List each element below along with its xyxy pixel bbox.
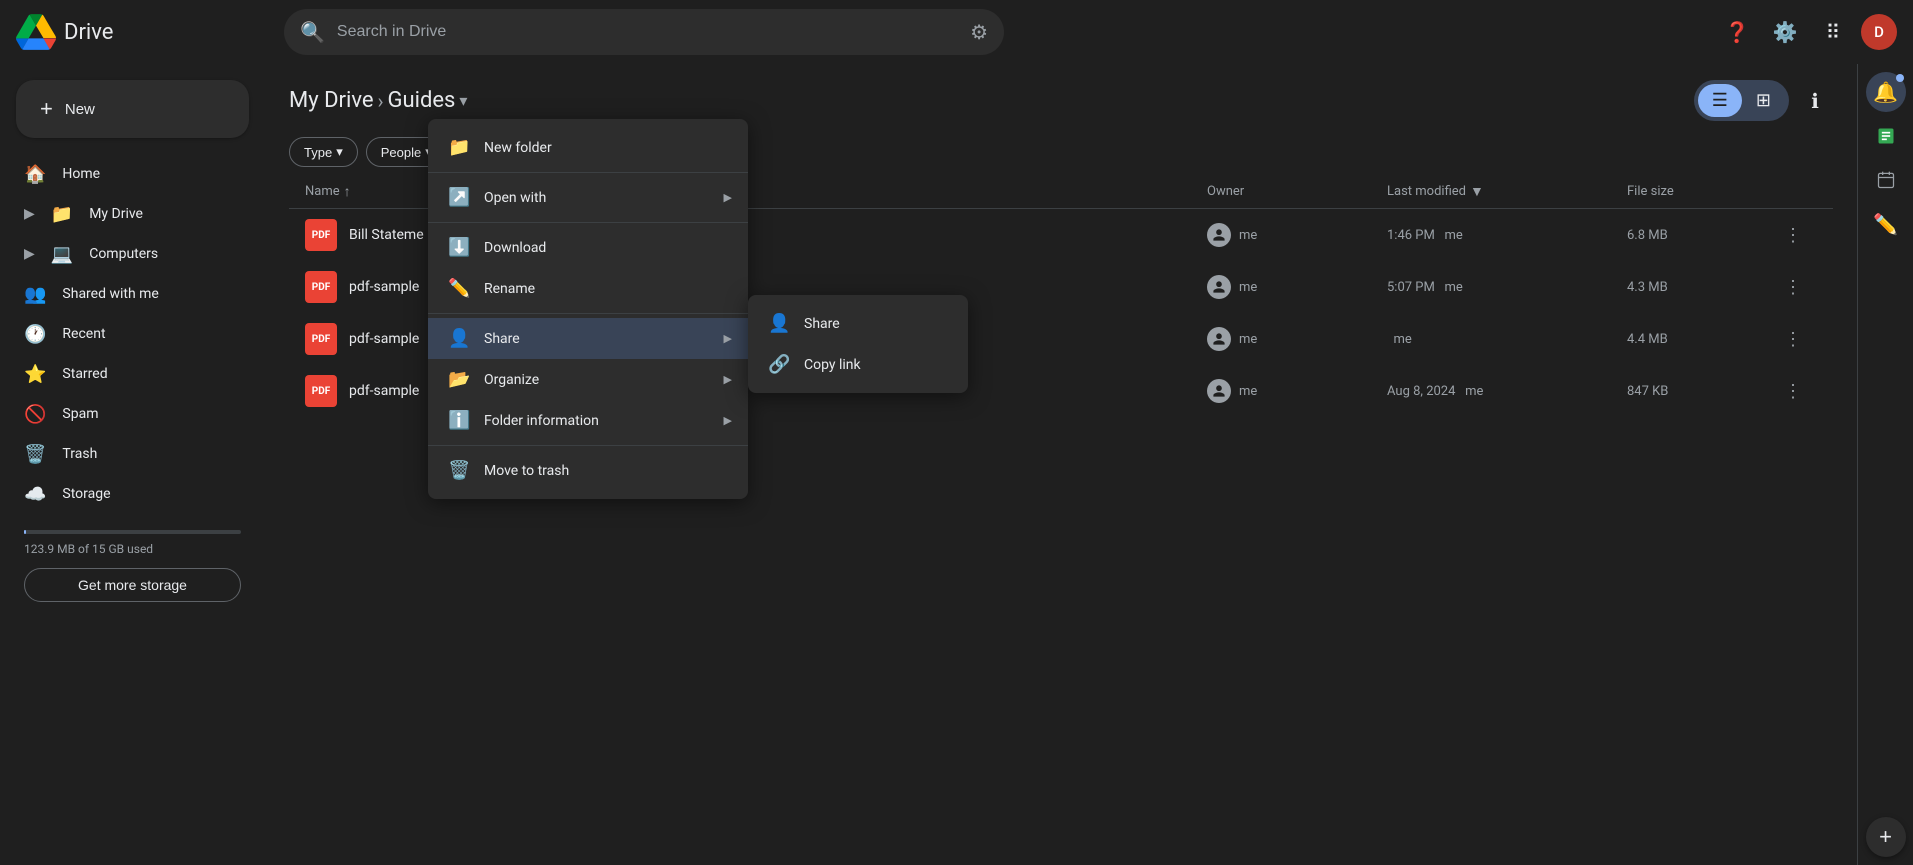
menu-item-open-with[interactable]: ↗️ Open with bbox=[428, 177, 748, 218]
submenu-share: 👤 Share 🔗 Copy link bbox=[748, 295, 968, 393]
menu-item-organize[interactable]: 📂 Organize bbox=[428, 359, 748, 400]
menu-divider bbox=[428, 445, 748, 446]
menu-item-label-download: Download bbox=[484, 240, 546, 256]
menu-item-label-rename: Rename bbox=[484, 281, 535, 297]
submenu-item-label-share: Share bbox=[804, 316, 840, 332]
menu-item-share[interactable]: 👤 Share bbox=[428, 318, 748, 359]
organize-icon: 📂 bbox=[448, 369, 468, 390]
menu-divider bbox=[428, 222, 748, 223]
menu-item-label-organize: Organize bbox=[484, 372, 539, 388]
submenu-item-label-copy-link: Copy link bbox=[804, 357, 861, 373]
menu-item-label-share: Share bbox=[484, 331, 520, 347]
context-menu: 📁 New folder ↗️ Open with ⬇️ Download ✏️… bbox=[428, 119, 748, 499]
new-folder-icon: 📁 bbox=[448, 137, 468, 158]
menu-item-move-trash[interactable]: 🗑️ Move to trash bbox=[428, 450, 748, 491]
submenu-copy-link-icon: 🔗 bbox=[768, 354, 788, 375]
context-menu-overlay[interactable]: 📁 New folder ↗️ Open with ⬇️ Download ✏️… bbox=[0, 0, 1913, 865]
submenu-share-icon: 👤 bbox=[768, 313, 788, 334]
open-with-icon: ↗️ bbox=[448, 187, 468, 208]
rename-icon: ✏️ bbox=[448, 278, 468, 299]
menu-item-label-move-trash: Move to trash bbox=[484, 463, 569, 479]
menu-divider bbox=[428, 313, 748, 314]
download-icon: ⬇️ bbox=[448, 237, 468, 258]
submenu-item-copy-link[interactable]: 🔗 Copy link bbox=[748, 344, 968, 385]
menu-item-label-folder-info: Folder information bbox=[484, 413, 599, 429]
menu-item-label-new-folder: New folder bbox=[484, 140, 552, 156]
menu-item-folder-info[interactable]: ℹ️ Folder information bbox=[428, 400, 748, 441]
share-icon: 👤 bbox=[448, 328, 468, 349]
folder-info-icon: ℹ️ bbox=[448, 410, 468, 431]
menu-item-rename[interactable]: ✏️ Rename bbox=[428, 268, 748, 309]
menu-item-download[interactable]: ⬇️ Download bbox=[428, 227, 748, 268]
submenu-item-share[interactable]: 👤 Share bbox=[748, 303, 968, 344]
move-trash-icon: 🗑️ bbox=[448, 460, 468, 481]
menu-item-new-folder[interactable]: 📁 New folder bbox=[428, 127, 748, 168]
menu-divider bbox=[428, 172, 748, 173]
menu-item-label-open-with: Open with bbox=[484, 190, 546, 206]
